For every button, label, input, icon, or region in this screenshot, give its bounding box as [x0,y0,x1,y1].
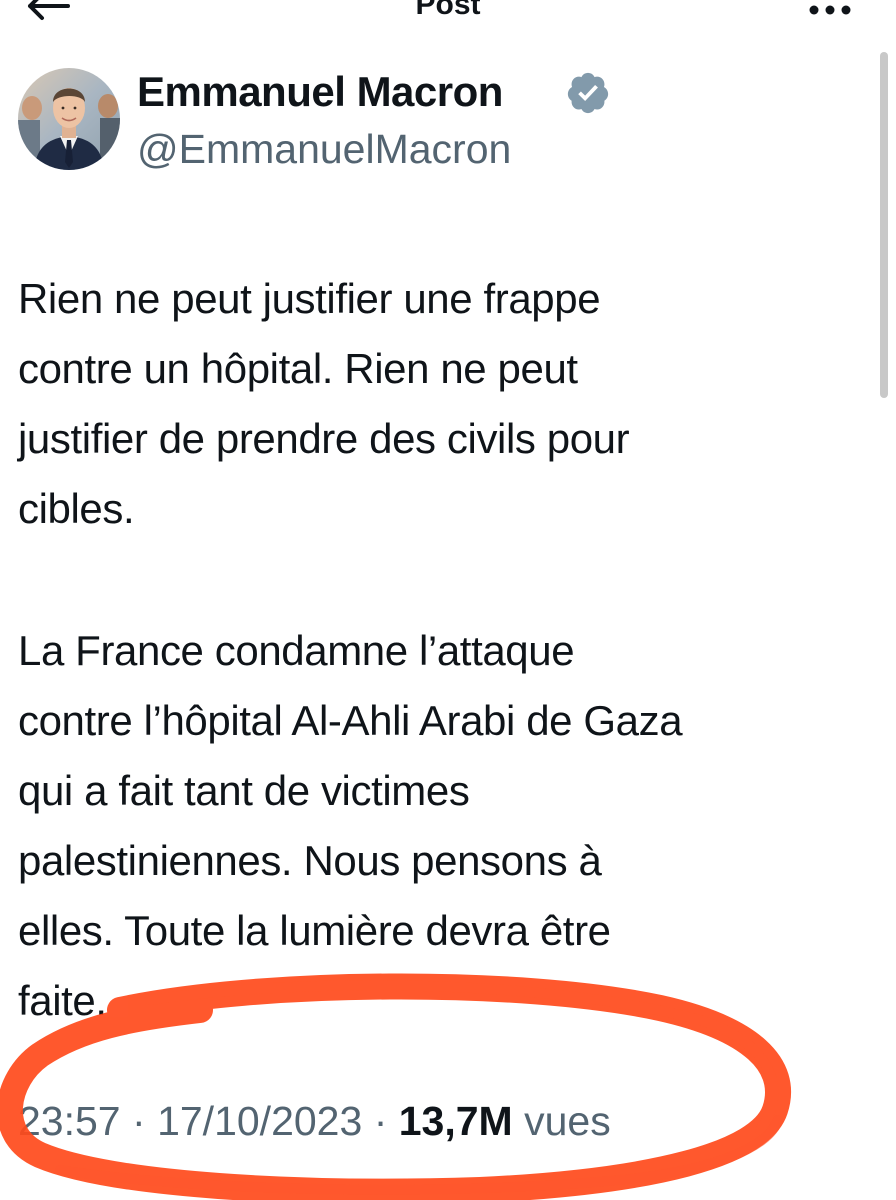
author-name[interactable]: Emmanuel Macron [137,68,503,116]
more-horizontal-icon [809,5,851,15]
avatar[interactable] [18,68,120,170]
meta-separator: · [373,1098,388,1144]
page-title: Post [415,0,481,21]
tweet-line: justifier de prendre des civils pour [18,415,630,462]
tweet-line: faite. [18,977,107,1024]
tweet-line: elles. Toute la lumière devra être [18,907,611,954]
post-time[interactable]: 23:57 [18,1098,121,1144]
tweet-line: La France condamne l’attaque [18,627,575,674]
tweet-line: cibles. [18,485,135,532]
tweet-line: contre l’hôpital Al-Ahli Arabi de Gaza [18,697,683,744]
meta-separator: · [132,1098,146,1144]
views-label: vues [524,1098,611,1144]
tweet-line: contre un hôpital. Rien ne peut [18,345,578,392]
tweet-line: palestiniennes. Nous pensons à [18,837,602,884]
tweet-line: qui a fait tant de victimes [18,767,470,814]
more-options-button[interactable] [800,0,860,30]
tweet-meta: 23:57 · 17/10/2023 · 13,7M vues [18,1098,611,1145]
verified-badge-icon [565,70,611,116]
tweet-line: Rien ne peut justifier une frappe [18,275,601,322]
views-count[interactable]: 13,7M [399,1098,513,1144]
post-date[interactable]: 17/10/2023 [157,1098,362,1144]
red-marker-circle-annotation [0,973,792,1200]
scrollbar[interactable] [880,52,888,398]
author-handle[interactable]: @EmmanuelMacron [137,126,511,173]
